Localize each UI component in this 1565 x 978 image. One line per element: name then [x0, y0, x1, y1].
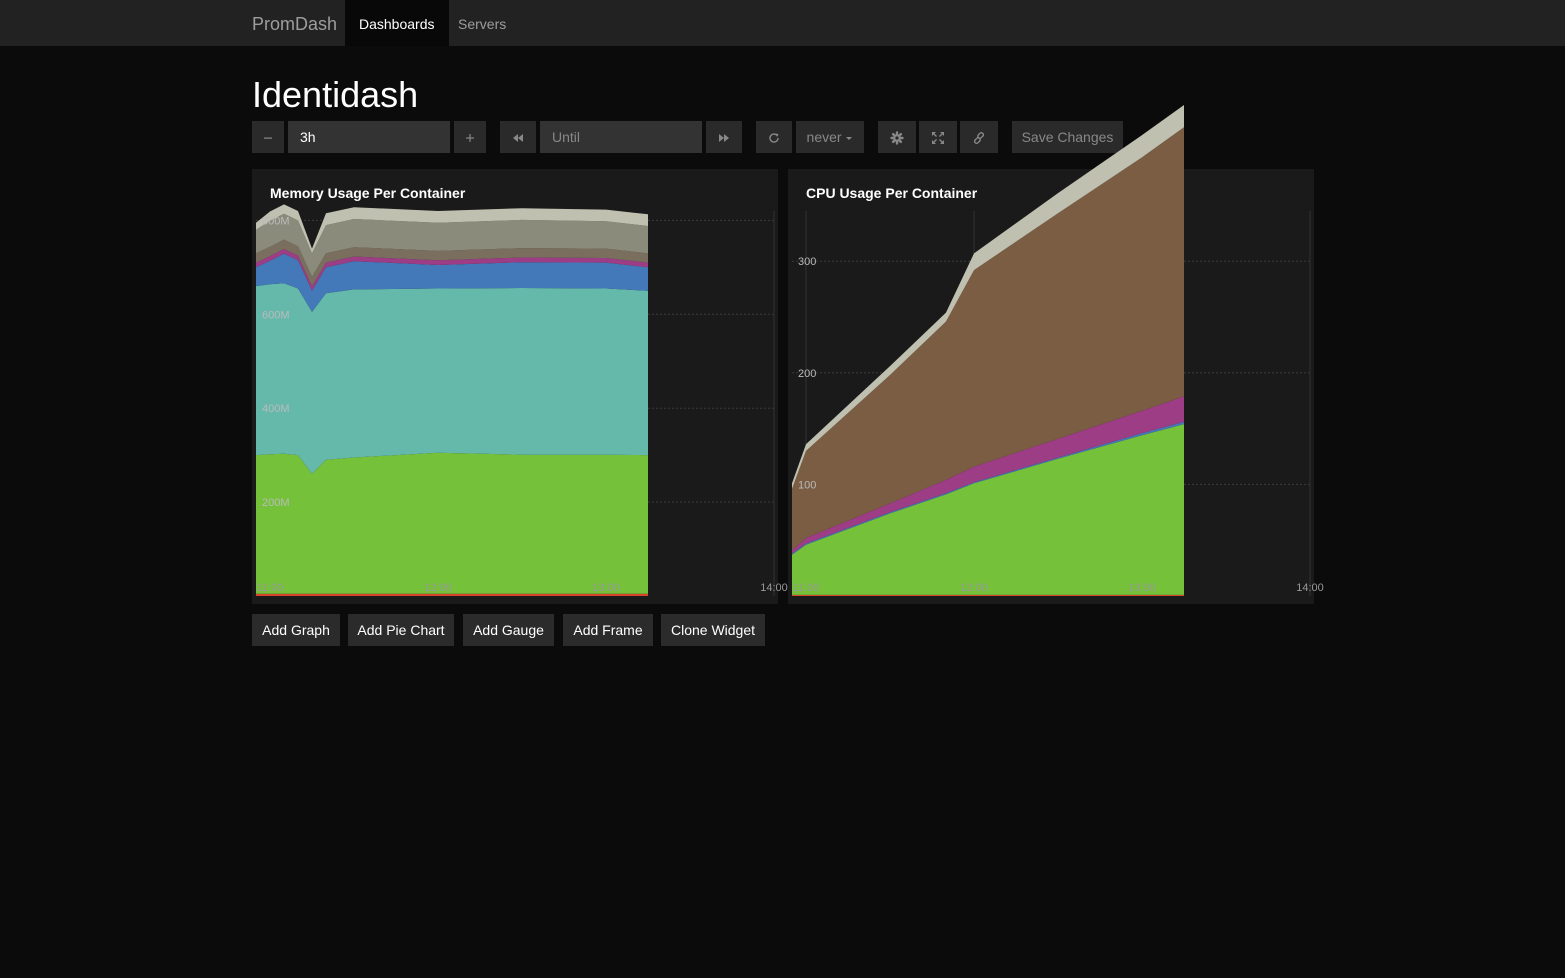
time-back-button[interactable]	[500, 121, 536, 153]
y-tick-label: 200M	[262, 497, 290, 509]
x-tick-label: 14:00	[1296, 582, 1324, 594]
cpu-usage-widget: CPU Usage Per Container 100 200 300 11:00 12…	[788, 105, 1324, 604]
save-changes-button[interactable]: Save Changes	[1012, 121, 1123, 153]
y-tick-label: 600M	[262, 309, 290, 321]
page-title: Identidash	[252, 74, 419, 115]
cpu-usage-chart: 100 200 300 11:00 12:00 13:00 14:00	[792, 105, 1324, 596]
gear-icon	[890, 131, 904, 145]
x-tick-label: 14:00	[760, 582, 788, 594]
fullscreen-icon	[932, 132, 944, 145]
widget-title: Memory Usage Per Container	[270, 185, 466, 201]
x-tick-label: 12:00	[960, 582, 988, 594]
add-graph-button[interactable]: Add Graph	[252, 614, 340, 646]
memory-usage-chart-svg: 200M 400M 600M 800M 11:00 12:00 13:00 14:00	[256, 204, 788, 596]
range-input[interactable]: 3h	[288, 121, 450, 153]
cpu-usage-chart-svg: 100 200 300 11:00 12:00 13:00 14:00	[792, 105, 1324, 596]
refresh-icon	[769, 133, 779, 144]
y-tick-label: 300	[798, 256, 816, 268]
refresh-button[interactable]	[756, 121, 792, 153]
x-tick-label: 12:00	[424, 582, 452, 594]
widget-title: CPU Usage Per Container	[806, 185, 978, 201]
until-input[interactable]: Until	[540, 121, 702, 153]
memory-usage-widget: Memory Usage Per Container 200M 400M 600M 8…	[252, 169, 788, 604]
refresh-interval-dropdown[interactable]: never	[796, 121, 864, 153]
y-tick-label: 200	[798, 368, 816, 380]
y-tick-label: 800M	[262, 215, 290, 227]
caret-down-icon	[846, 137, 853, 141]
plus-icon	[466, 134, 474, 143]
x-tick-label: 11:00	[257, 582, 284, 594]
increase-range-button[interactable]	[454, 121, 486, 153]
add-frame-button[interactable]: Add Frame	[563, 614, 653, 646]
memory-usage-chart: 200M 400M 600M 800M 11:00 12:00 13:00 14:00	[256, 204, 788, 596]
series-area	[256, 283, 648, 474]
clone-widget-button[interactable]: Clone Widget	[661, 614, 765, 646]
x-tick-label: 11:00	[793, 582, 820, 594]
series-area	[792, 594, 1184, 596]
time-forward-button[interactable]	[706, 121, 742, 153]
minus-icon	[264, 137, 272, 139]
y-tick-label: 400M	[262, 403, 290, 415]
settings-button[interactable]	[878, 121, 916, 153]
top-navbar: PromDash Dashboards Servers	[0, 0, 1565, 46]
fast-forward-icon	[719, 134, 729, 143]
rewind-icon	[513, 134, 523, 143]
add-pie-chart-button[interactable]: Add Pie Chart	[348, 614, 454, 646]
nav-item-dashboards[interactable]: Dashboards	[345, 0, 449, 46]
y-tick-label: 100	[798, 479, 816, 491]
decrease-range-button[interactable]	[252, 121, 284, 153]
x-tick-label: 13:00	[592, 582, 620, 594]
x-tick-label: 13:00	[1128, 582, 1156, 594]
series-area	[256, 593, 648, 596]
link-icon	[973, 132, 985, 145]
refresh-interval-label: never	[806, 129, 842, 145]
brand-link[interactable]: PromDash	[252, 0, 337, 46]
series-area	[256, 452, 648, 594]
share-link-button[interactable]	[960, 121, 998, 153]
nav-item-servers[interactable]: Servers	[444, 0, 520, 46]
add-gauge-button[interactable]: Add Gauge	[463, 614, 554, 646]
fullscreen-button[interactable]	[919, 121, 957, 153]
